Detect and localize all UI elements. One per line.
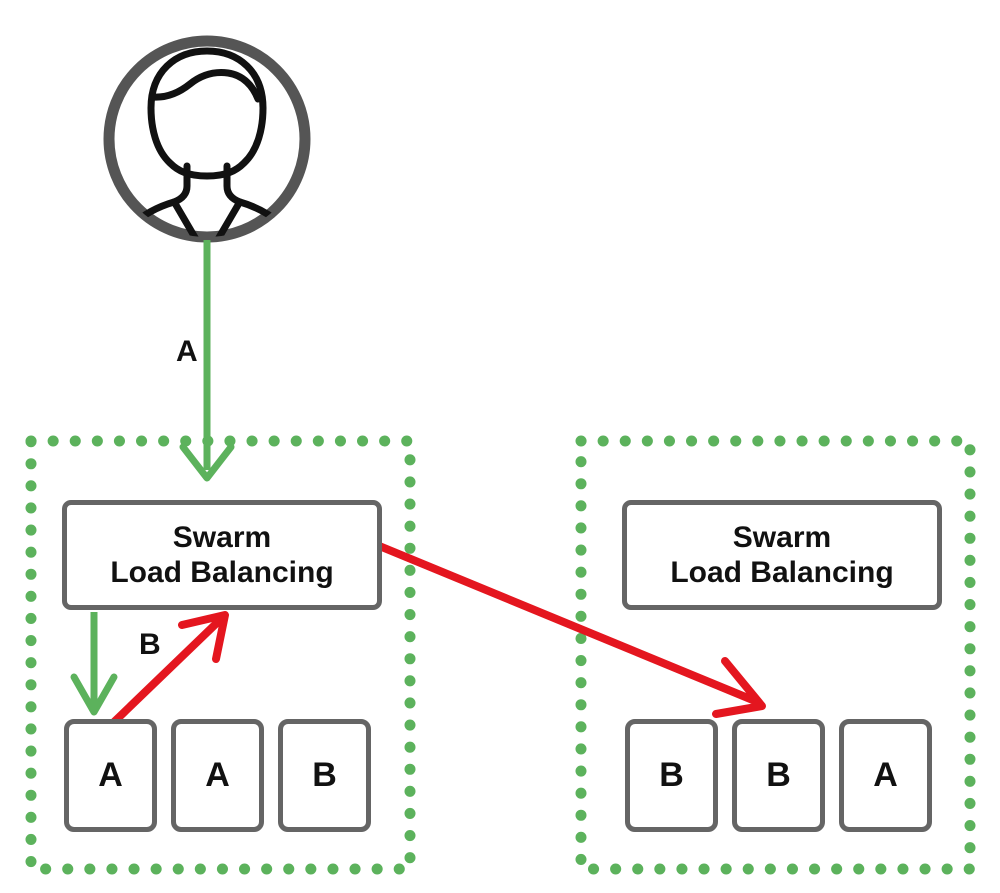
cluster-left-service-3[interactable]: B bbox=[278, 719, 371, 832]
cluster-right-service-3[interactable]: A bbox=[839, 719, 932, 832]
cluster-right-load-balancer-label: Swarm Load Balancing bbox=[670, 520, 894, 589]
cluster-right-service-1-label: B bbox=[659, 756, 684, 794]
diagram-canvas: A B Swarm Load Balancing A A B Swarm Loa… bbox=[0, 0, 1000, 893]
edge-label-service-to-lb: B bbox=[139, 628, 161, 661]
cluster-left-load-balancer-label: Swarm Load Balancing bbox=[110, 520, 334, 589]
user-avatar-icon bbox=[109, 47, 305, 237]
cluster-left-load-balancer[interactable]: Swarm Load Balancing bbox=[62, 500, 382, 610]
cluster-left-service-3-label: B bbox=[312, 756, 337, 794]
cluster-left-service-1[interactable]: A bbox=[64, 719, 157, 832]
edge-service-to-lb-arrow bbox=[111, 611, 229, 725]
cluster-right-load-balancer[interactable]: Swarm Load Balancing bbox=[622, 500, 942, 610]
cluster-left-service-2-label: A bbox=[205, 756, 230, 794]
cluster-right-service-3-label: A bbox=[873, 756, 898, 794]
cluster-right-service-2[interactable]: B bbox=[732, 719, 825, 832]
edge-label-user-to-lb: A bbox=[176, 335, 198, 368]
cluster-right-service-2-label: B bbox=[766, 756, 791, 794]
user-avatar-ring bbox=[103, 35, 311, 243]
edge-lb-to-service-arrow bbox=[70, 612, 118, 716]
cluster-left-service-2[interactable]: A bbox=[171, 719, 264, 832]
cluster-left-service-1-label: A bbox=[98, 756, 123, 794]
cluster-right-service-1[interactable]: B bbox=[625, 719, 718, 832]
